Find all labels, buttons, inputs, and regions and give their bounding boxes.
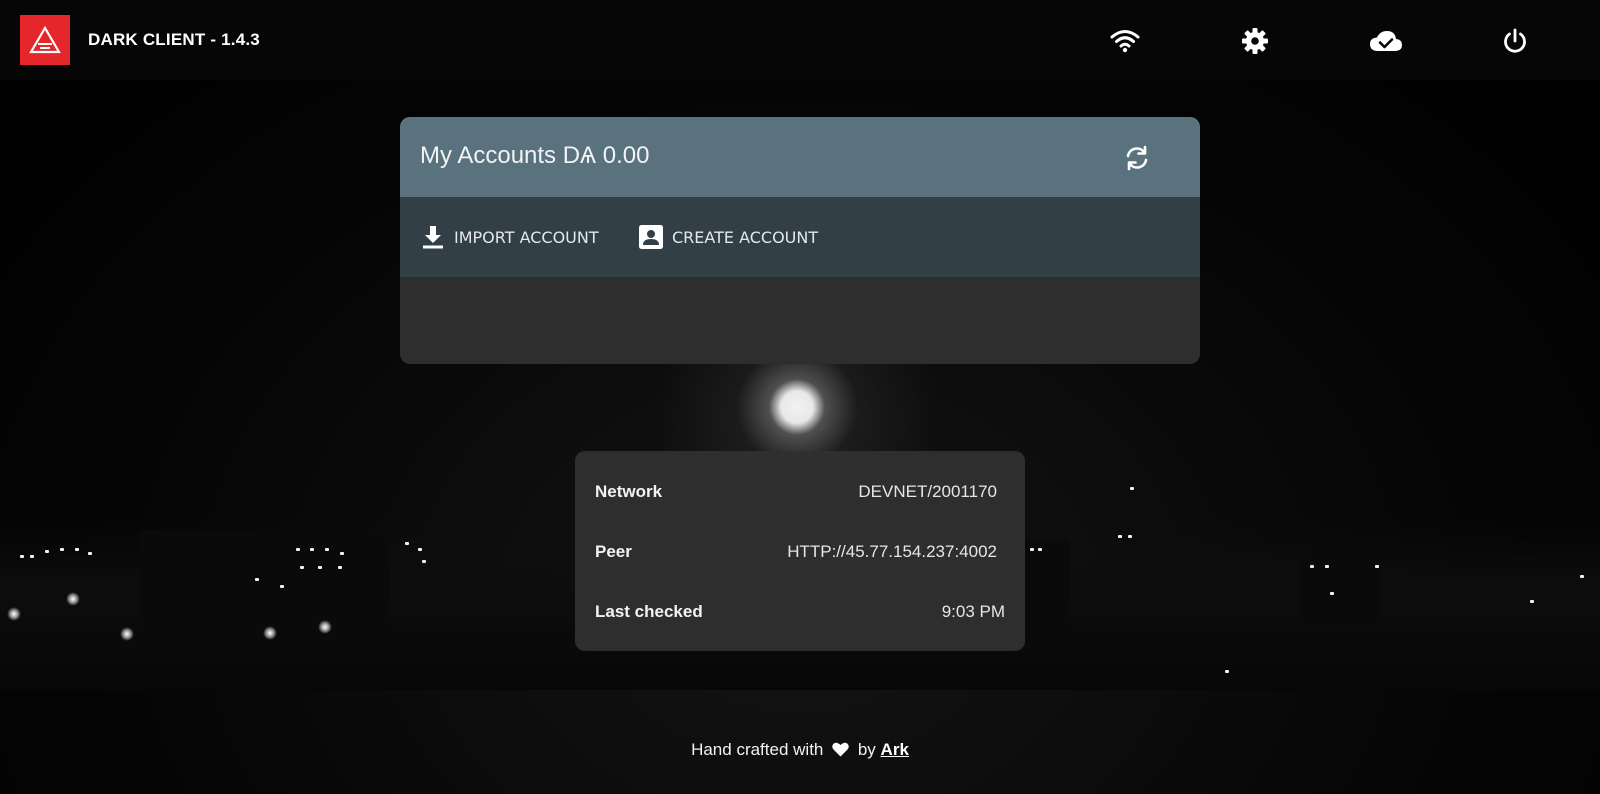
footer: Hand crafted with by Ark: [0, 740, 1600, 762]
gear-icon[interactable]: [1240, 26, 1270, 56]
network-status-card: Network DEVNET/2001170 Peer HTTP://45.77…: [575, 451, 1025, 651]
accounts-title: My Accounts DѦ 0.00: [420, 142, 650, 169]
cloud-check-icon[interactable]: [1369, 26, 1403, 56]
footer-by: by: [857, 740, 876, 759]
accounts-card: My Accounts DѦ 0.00 IMPORT ACCOUNT CREAT…: [400, 117, 1200, 364]
network-value: DEVNET/2001170: [858, 482, 997, 501]
contact-card-icon: [638, 224, 664, 250]
last-checked-label: Last checked: [595, 602, 703, 621]
footer-prefix: Hand crafted with: [691, 740, 824, 759]
ark-logo[interactable]: [20, 15, 70, 65]
power-icon[interactable]: [1500, 26, 1530, 56]
import-account-button[interactable]: IMPORT ACCOUNT: [420, 223, 599, 251]
refresh-icon: [1126, 145, 1148, 171]
network-label: Network: [595, 482, 663, 501]
create-account-button[interactable]: CREATE ACCOUNT: [638, 223, 818, 251]
last-checked-value: 9:03 PM: [941, 602, 1005, 621]
download-icon: [420, 224, 446, 250]
refresh-button[interactable]: [1120, 141, 1154, 175]
accounts-actions: IMPORT ACCOUNT CREATE ACCOUNT: [400, 197, 1200, 277]
peer-row: Peer HTTP://45.77.154.237:4002: [595, 542, 1005, 566]
accounts-header: My Accounts DѦ 0.00: [400, 117, 1200, 197]
import-account-label: IMPORT ACCOUNT: [454, 227, 599, 247]
top-bar: DARK CLIENT - 1.4.3: [0, 0, 1600, 80]
peer-label: Peer: [595, 542, 632, 561]
ark-link[interactable]: Ark: [881, 740, 909, 759]
create-account-label: CREATE ACCOUNT: [672, 227, 819, 247]
app-title: DARK CLIENT - 1.4.3: [88, 30, 260, 49]
accounts-list-empty: [400, 277, 1200, 364]
network-row: Network DEVNET/2001170: [595, 482, 1005, 506]
peer-value[interactable]: HTTP://45.77.154.237:4002: [787, 542, 997, 562]
ark-logo-icon: [29, 26, 61, 54]
heart-icon: [832, 742, 849, 762]
last-checked-row: Last checked 9:03 PM: [595, 602, 1005, 626]
wifi-icon[interactable]: [1110, 26, 1140, 56]
